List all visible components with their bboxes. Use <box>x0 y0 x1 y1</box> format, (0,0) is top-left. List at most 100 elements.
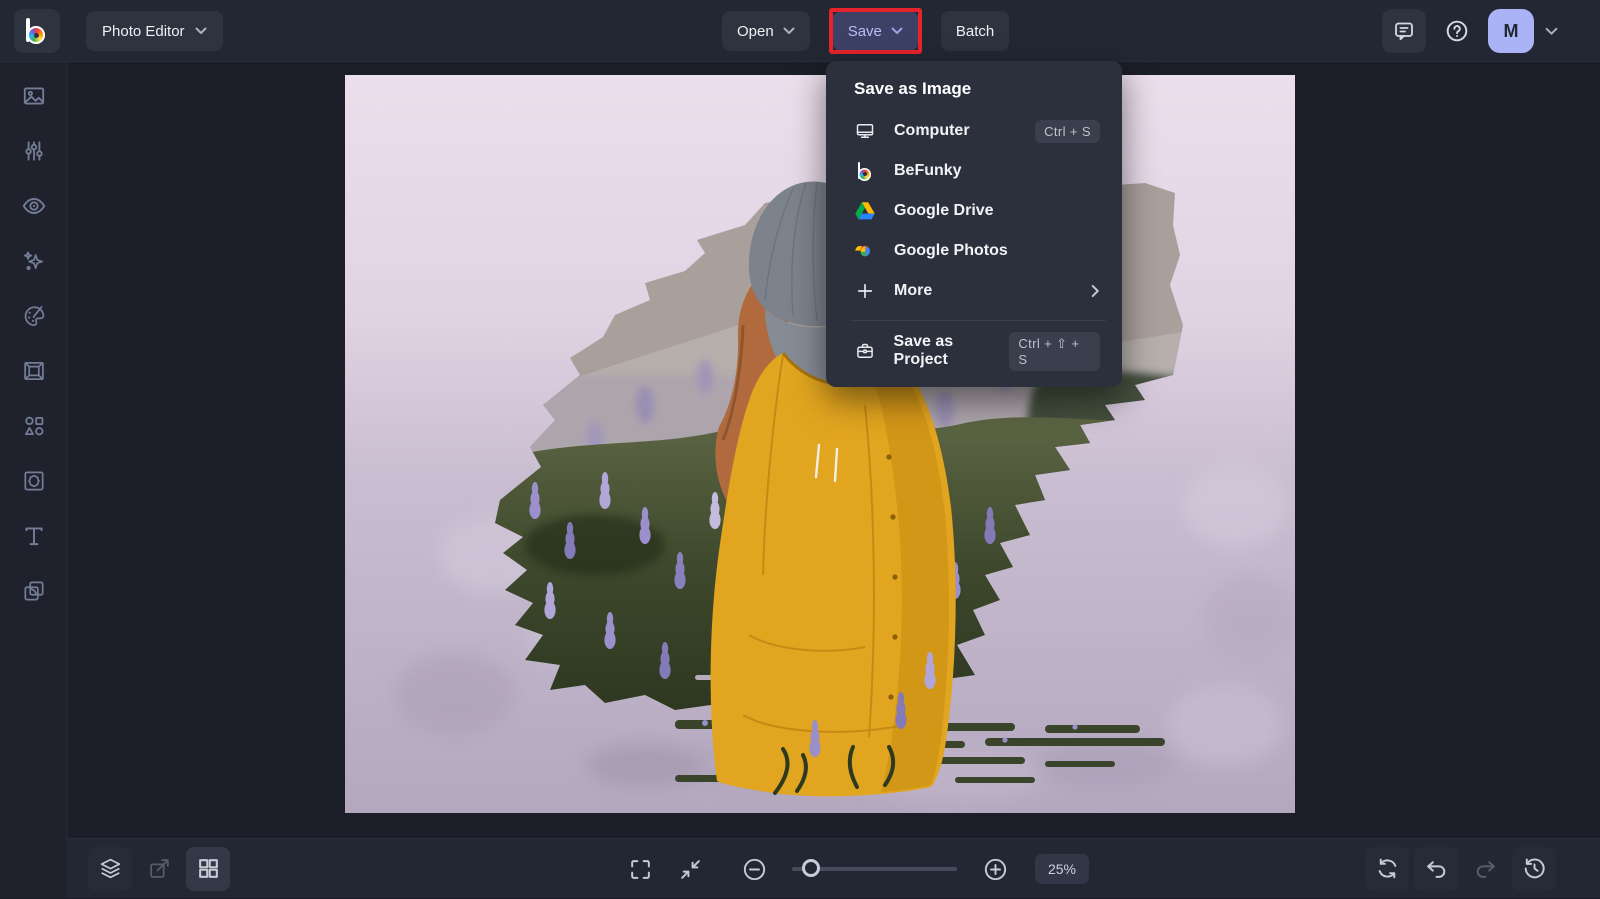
shortcut-badge: Ctrl + ⇧ + S <box>1009 331 1100 371</box>
layers-icon <box>98 856 123 881</box>
textures-icon <box>21 578 47 604</box>
google-drive-icon <box>854 202 876 220</box>
zoom-level-badge[interactable]: 25% <box>1035 854 1089 884</box>
open-label: Open <box>737 22 774 40</box>
open-button[interactable]: Open <box>722 11 810 51</box>
main-actions: Open Save Batch <box>722 8 1010 54</box>
chevron-down-icon <box>195 27 207 35</box>
save-dropdown-menu: Save as Image Computer Ctrl + S BeFunky … <box>826 61 1122 387</box>
zoom-out-button[interactable] <box>732 847 776 891</box>
menu-item-label: Google Photos <box>894 242 1008 259</box>
befunky-logo-icon <box>26 18 48 44</box>
touchup-eye-icon <box>21 193 47 219</box>
redo-icon <box>1473 856 1498 881</box>
app-switcher-button[interactable]: Photo Editor <box>86 11 223 51</box>
sidebar-item-textures[interactable] <box>14 571 54 611</box>
transform-button <box>137 847 181 891</box>
effects-sparkles-icon <box>21 248 47 274</box>
sidebar-item-touchup[interactable] <box>14 186 54 226</box>
reset-icon <box>1375 856 1400 881</box>
artsy-palette-icon <box>21 303 47 329</box>
menu-item-label: BeFunky <box>894 162 962 179</box>
feedback-icon <box>1392 19 1416 43</box>
app-switcher-label: Photo Editor <box>102 22 185 40</box>
zoom-slider-track[interactable] <box>792 859 957 877</box>
befunky-logo[interactable] <box>14 9 60 53</box>
history-controls <box>1365 846 1556 891</box>
avatar-initial: M <box>1503 20 1519 41</box>
menu-item-label: Google Drive <box>894 202 994 219</box>
templates-grid-icon <box>196 856 221 881</box>
menu-divider <box>850 320 1106 321</box>
fit-screen-button[interactable] <box>668 847 712 891</box>
topbar-right-controls: M <box>1382 9 1558 53</box>
history-icon <box>1522 856 1547 881</box>
canvas-artwork <box>345 75 1295 813</box>
undo-icon <box>1424 856 1449 881</box>
chevron-right-icon <box>1091 284 1100 298</box>
batch-label: Batch <box>955 22 995 40</box>
layers-button[interactable] <box>88 846 132 891</box>
photo-edit-icon <box>21 83 47 109</box>
chevron-down-icon <box>783 27 795 35</box>
sidebar-item-overlays[interactable] <box>14 461 54 501</box>
top-bar: Photo Editor Open Save Batch M <box>0 0 1600 62</box>
plus-icon <box>854 281 876 301</box>
briefcase-icon <box>854 341 876 361</box>
menu-item-save-as-project[interactable]: Save as Project Ctrl + ⇧ + S <box>826 329 1122 373</box>
menu-item-google-photos[interactable]: Google Photos <box>826 231 1122 271</box>
redo-button <box>1463 847 1507 891</box>
sidebar-item-edit[interactable] <box>14 76 54 116</box>
save-button[interactable]: Save <box>832 12 918 50</box>
sidebar-item-text[interactable] <box>14 516 54 556</box>
menu-item-label: Computer <box>894 122 970 139</box>
zoom-in-icon <box>982 856 1009 883</box>
bottom-bar: 25% <box>68 838 1600 898</box>
history-button[interactable] <box>1512 846 1556 891</box>
fit-screen-icon <box>678 857 703 882</box>
adjust-sliders-icon <box>21 138 47 164</box>
canvas-image[interactable] <box>345 75 1295 813</box>
sidebar-item-effects[interactable] <box>14 241 54 281</box>
help-button[interactable] <box>1437 9 1477 53</box>
zoom-in-button[interactable] <box>973 847 1017 891</box>
chevron-down-icon <box>891 27 903 35</box>
account-chevron-down-icon[interactable] <box>1545 27 1558 36</box>
zoom-level-value: 25% <box>1047 861 1077 877</box>
zoom-slider[interactable] <box>792 859 957 877</box>
menu-item-more[interactable]: More <box>826 271 1122 311</box>
tools-sidebar <box>0 62 68 898</box>
zoom-controls: 25% <box>618 839 1089 899</box>
overlays-icon <box>21 468 47 494</box>
zoom-out-icon <box>741 856 768 883</box>
fullscreen-icon <box>628 857 653 882</box>
sidebar-item-adjust[interactable] <box>14 131 54 171</box>
google-photos-icon <box>854 241 876 261</box>
zoom-slider-handle[interactable] <box>802 859 820 877</box>
text-icon <box>21 523 47 549</box>
batch-button[interactable]: Batch <box>940 11 1010 51</box>
shortcut-badge: Ctrl + S <box>1035 119 1100 143</box>
undo-button[interactable] <box>1414 846 1458 891</box>
help-icon <box>1444 18 1470 44</box>
menu-item-google-drive[interactable]: Google Drive <box>826 191 1122 231</box>
save-label: Save <box>847 22 882 40</box>
befunky-icon <box>854 161 876 181</box>
sidebar-item-artsy[interactable] <box>14 296 54 336</box>
reset-button[interactable] <box>1365 846 1409 891</box>
save-menu-section-title: Save as Image <box>854 79 972 98</box>
frames-icon <box>21 358 47 384</box>
feedback-button[interactable] <box>1382 9 1426 53</box>
sidebar-item-frames[interactable] <box>14 351 54 391</box>
fullscreen-button[interactable] <box>618 847 662 891</box>
computer-icon <box>854 121 876 141</box>
sidebar-item-graphics[interactable] <box>14 406 54 446</box>
menu-item-computer[interactable]: Computer Ctrl + S <box>826 111 1122 151</box>
templates-grid-button[interactable] <box>186 846 230 891</box>
transform-icon <box>147 856 172 881</box>
menu-item-label: Save as Project <box>893 333 954 368</box>
menu-item-befunky[interactable]: BeFunky <box>826 151 1122 191</box>
user-avatar[interactable]: M <box>1488 9 1534 53</box>
bottom-left-tools <box>88 846 230 891</box>
graphics-shapes-icon <box>21 413 47 439</box>
